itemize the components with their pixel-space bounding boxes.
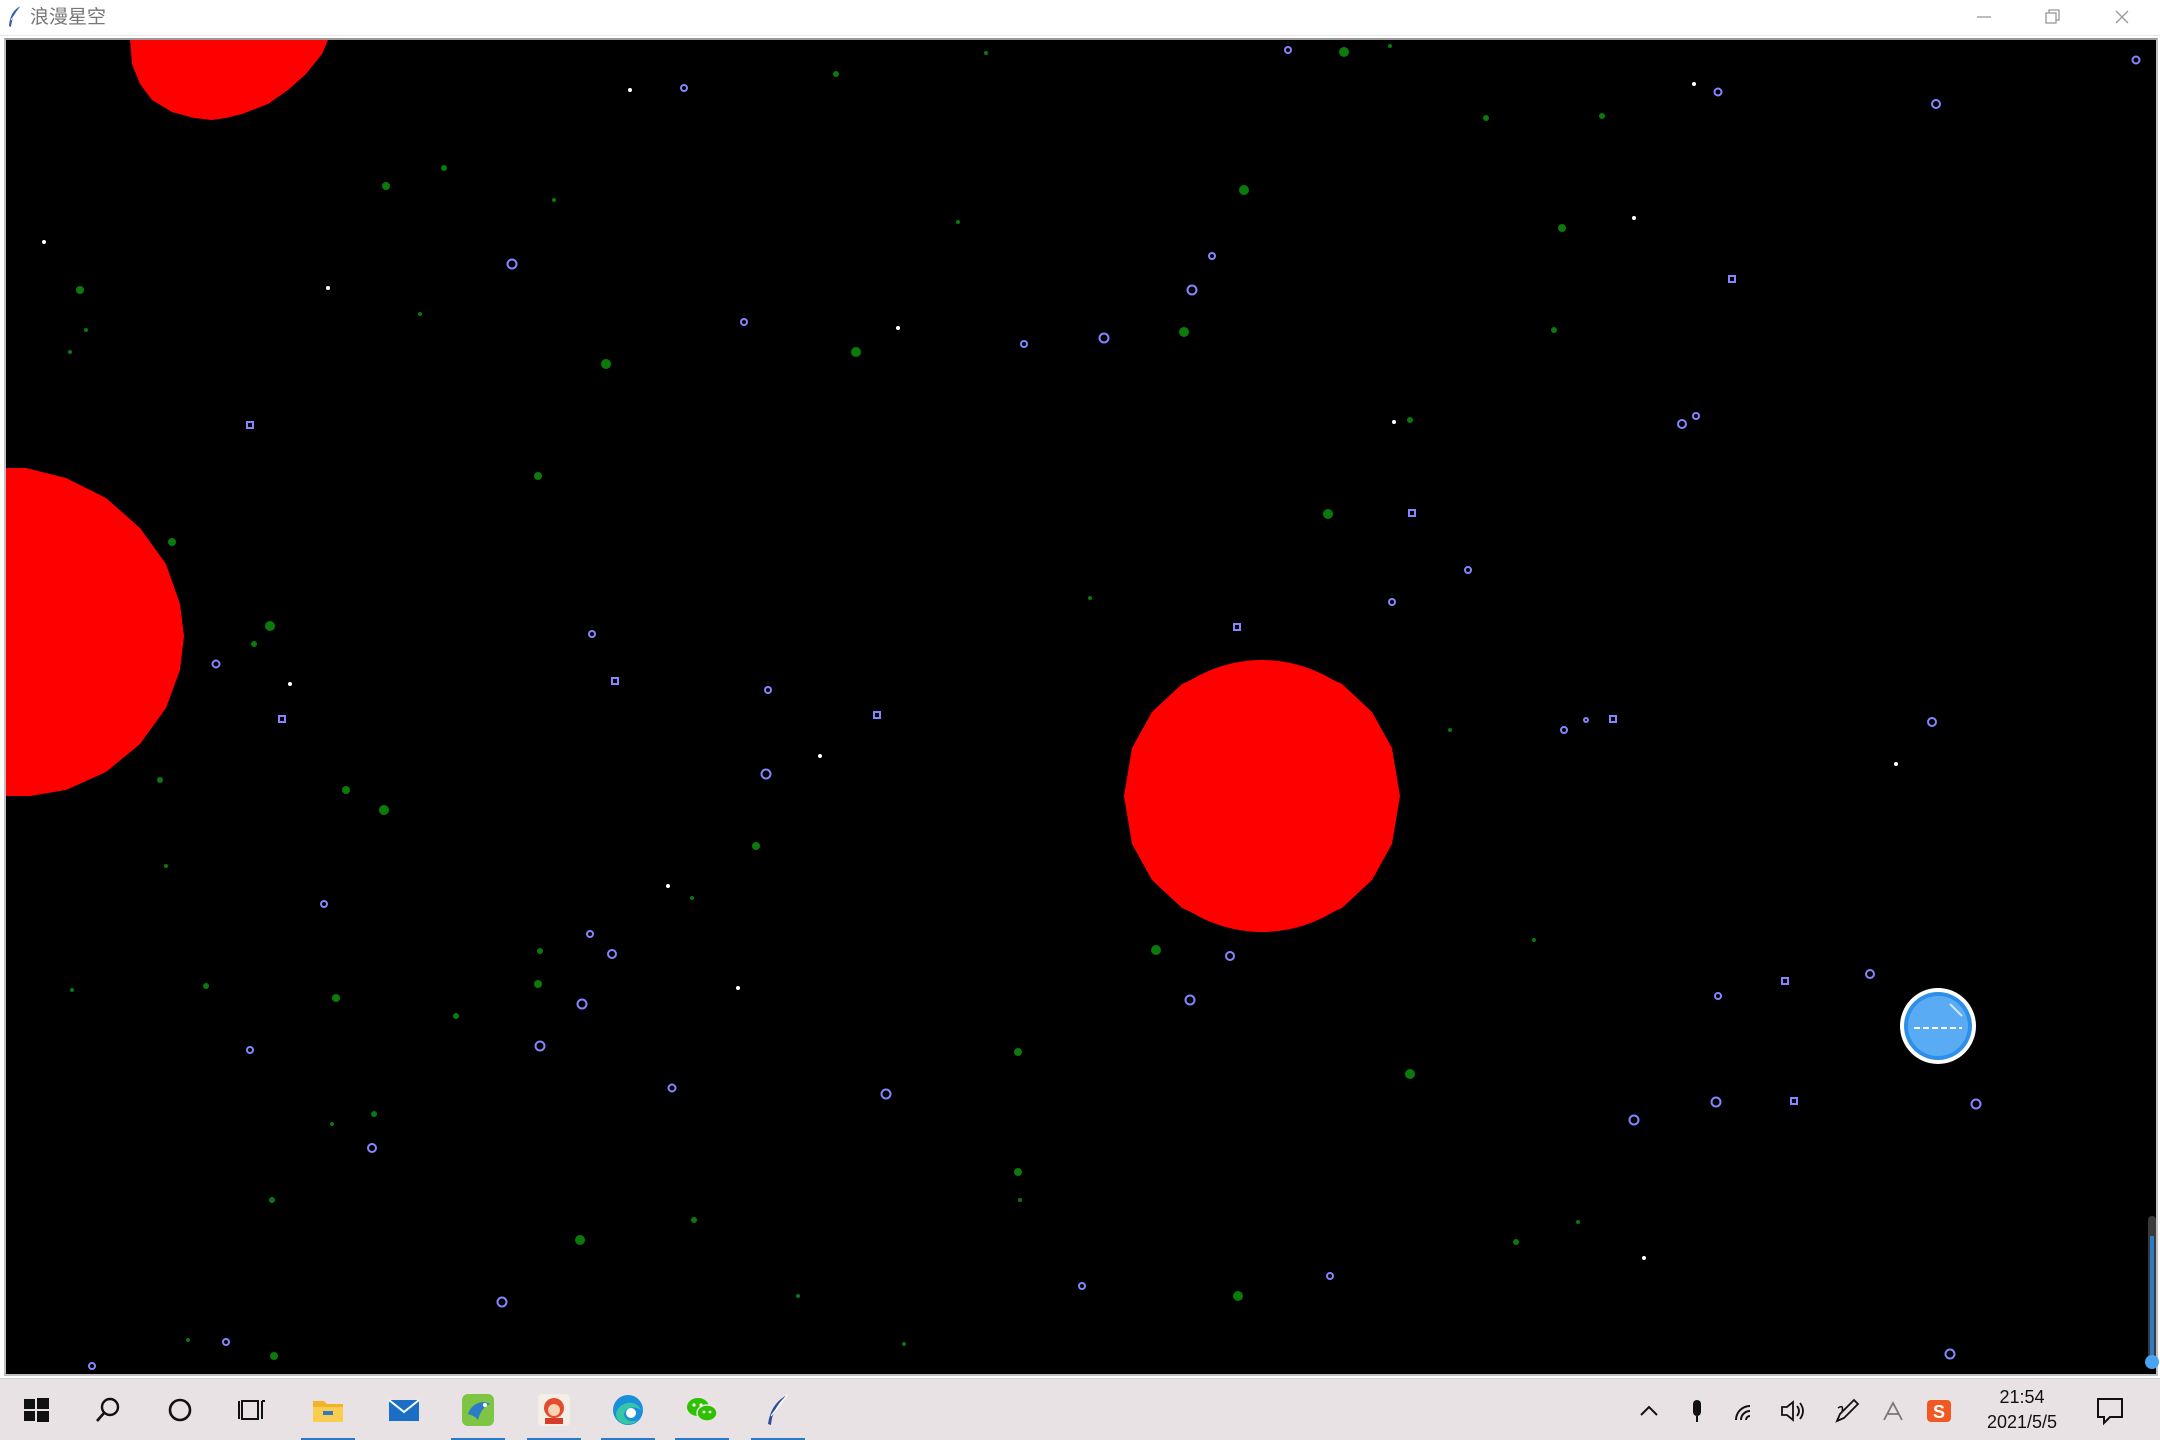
tray-sogou[interactable]: S (1922, 1394, 1956, 1428)
tray-volume[interactable] (1776, 1394, 1810, 1428)
microphone-icon (1693, 1400, 1701, 1422)
clock-date: 2021/5/5 (1986, 1412, 2058, 1432)
cortana-circle-icon (168, 1398, 192, 1422)
pen-icon (1835, 1398, 1860, 1423)
planet (6, 468, 184, 796)
close-button[interactable] (2088, 0, 2156, 34)
wifi-icon (1735, 1405, 1751, 1421)
edge-browser-icon (613, 1395, 643, 1425)
volume-overlay-slider[interactable] (2144, 1216, 2160, 1370)
folder-icon (313, 1401, 343, 1422)
floating-assistive-ball[interactable] (1900, 988, 1976, 1064)
taskbar-app-mail[interactable] (368, 1379, 440, 1440)
feather-icon (768, 1394, 788, 1425)
svg-text:S: S (1933, 1402, 1945, 1422)
search-icon (96, 1397, 120, 1422)
planet (130, 40, 328, 120)
taskbar-clock[interactable]: 21:54 2021/5/5 (1968, 1385, 2076, 1437)
volume-icon (1781, 1400, 1804, 1422)
green-dust (68, 44, 1605, 1360)
desktop-screen: 浪漫星空 S 21:54 2021/5/5 (0, 0, 2160, 1440)
restore-icon (2045, 9, 2060, 24)
windows-start-icon (24, 1398, 49, 1422)
action-center-button[interactable] (2090, 1392, 2130, 1428)
tray-show-hidden[interactable] (1632, 1394, 1666, 1428)
clock-time: 21:54 (1999, 1387, 2045, 1407)
start-button[interactable] (0, 1379, 72, 1440)
taskbar: S 21:54 2021/5/5 (0, 1378, 2160, 1440)
bird-app-icon (462, 1394, 494, 1426)
taskbar-app-python-tk[interactable] (742, 1379, 814, 1440)
search-button[interactable] (72, 1379, 144, 1440)
chevron-up-icon (1640, 1405, 1658, 1416)
maximize-button[interactable] (2019, 0, 2087, 34)
window-title: 浪漫星空 (30, 6, 107, 28)
minimize-button[interactable] (1950, 0, 2018, 34)
starfield (6, 40, 2141, 1370)
tray-wifi[interactable] (1730, 1394, 1764, 1428)
mail-icon (388, 1399, 420, 1421)
taskbar-app-game[interactable] (518, 1379, 590, 1440)
stars (42, 46, 2141, 1370)
minimize-icon (1977, 16, 1991, 18)
taskbar-app-wechat[interactable] (666, 1379, 738, 1440)
tray-microphone[interactable] (1680, 1394, 1714, 1428)
game-character-icon (538, 1394, 570, 1426)
tray-ime[interactable] (1876, 1394, 1910, 1428)
window-titlebar[interactable]: 浪漫星空 (0, 0, 2160, 36)
task-view-icon (238, 1400, 265, 1420)
tray-pen[interactable] (1830, 1394, 1864, 1428)
close-icon (2115, 10, 2129, 24)
cortana-button[interactable] (144, 1379, 216, 1440)
notification-icon (2097, 1398, 2123, 1426)
taskbar-app-bird[interactable] (442, 1379, 514, 1440)
taskbar-app-edge[interactable] (592, 1379, 664, 1440)
ime-icon (1883, 1401, 1903, 1421)
wechat-icon (687, 1398, 718, 1422)
starfield-canvas[interactable] (4, 38, 2158, 1376)
planet-edge (1124, 660, 1400, 932)
task-view-button[interactable] (216, 1379, 288, 1440)
taskbar-app-file-explorer[interactable] (292, 1379, 364, 1440)
feather-icon (9, 5, 22, 27)
sogou-icon: S (1927, 1400, 1951, 1422)
